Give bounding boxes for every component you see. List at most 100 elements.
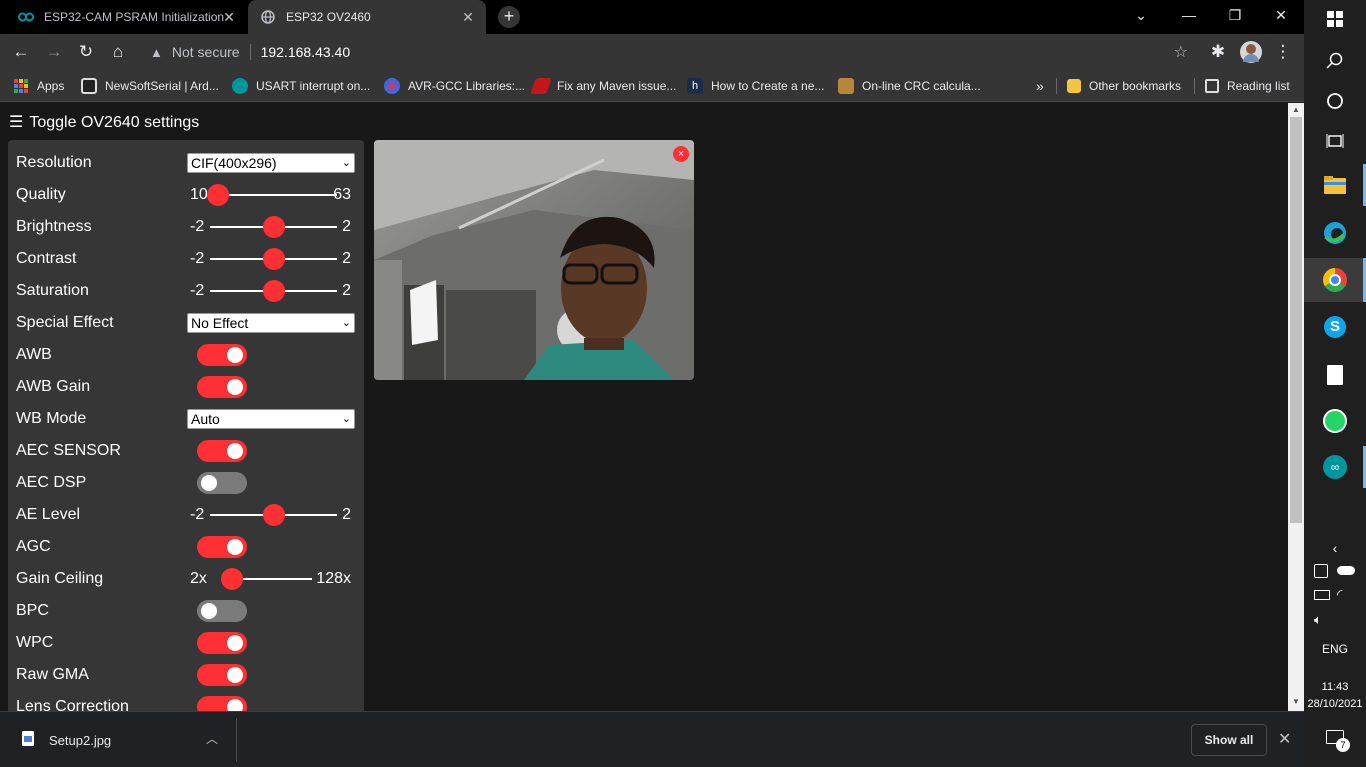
setting-row-agc: AGC (16, 531, 356, 563)
setting-row-aec-dsp: AEC DSP (16, 467, 356, 499)
bookmark-crc[interactable]: On-line CRC calcula... (838, 76, 981, 96)
aec-dsp-toggle[interactable] (197, 472, 247, 494)
wb-mode-select[interactable]: Auto ⌄ (187, 409, 355, 429)
chrome-taskbar-item[interactable] (1304, 258, 1366, 302)
close-stream-button[interactable]: × (673, 146, 689, 162)
minimize-button[interactable]: — (1166, 0, 1212, 32)
language-indicator[interactable]: ENG (1304, 640, 1366, 658)
bpc-toggle[interactable] (197, 600, 247, 622)
maven-icon (530, 78, 552, 94)
lens-correction-toggle[interactable] (197, 696, 247, 711)
security-label: Not secure (171, 44, 240, 60)
back-button[interactable]: ← (11, 42, 31, 62)
edge-icon[interactable] (1304, 212, 1366, 254)
chevron-down-icon: ⌄ (341, 317, 351, 329)
raw-gma-toggle[interactable] (197, 664, 247, 686)
bookmark-usart[interactable]: USART interrupt on... (232, 76, 370, 96)
avatar[interactable] (1240, 41, 1262, 63)
gain-ceiling-slider-thumb[interactable] (221, 568, 243, 590)
close-window-button[interactable]: ✕ (1258, 0, 1304, 32)
url-text: 192.168.43.40 (260, 44, 351, 60)
divider (1194, 78, 1195, 94)
arduino-icon (18, 9, 34, 25)
close-tab-icon[interactable]: ✕ (221, 9, 237, 26)
aec-sensor-toggle[interactable] (197, 440, 247, 462)
reload-button[interactable]: ↻ (76, 42, 96, 62)
volume-icon[interactable]: 🔈︎ (1314, 612, 1322, 628)
whatsapp-icon[interactable] (1304, 400, 1366, 442)
cortana-icon[interactable] (1304, 90, 1366, 112)
document-icon[interactable] (1304, 354, 1366, 396)
ae-level-slider-thumb[interactable] (262, 504, 285, 526)
camera-stream-image (374, 140, 694, 380)
reading-list[interactable]: Reading list (1205, 76, 1290, 96)
task-view-icon[interactable] (1304, 130, 1366, 152)
apps-grid-icon (14, 79, 28, 93)
home-button[interactable]: ⌂ (108, 42, 128, 62)
bookmarks-overflow-button[interactable]: » (1036, 76, 1044, 96)
onedrive-icon[interactable] (1337, 566, 1355, 575)
scroll-down-icon[interactable]: ▼ (1292, 697, 1300, 706)
setting-label: AEC SENSOR (16, 442, 121, 459)
other-bookmarks[interactable]: Other bookmarks (1067, 76, 1181, 96)
saturation-slider-thumb[interactable] (262, 280, 285, 302)
brightness-slider-thumb[interactable] (262, 216, 285, 238)
bookmark-apps[interactable]: Apps (14, 76, 64, 96)
skype-icon[interactable]: S (1304, 306, 1366, 348)
bookmark-maven[interactable]: Fix any Maven issue... (530, 76, 676, 96)
scroll-up-icon[interactable]: ▲ (1292, 105, 1300, 114)
scrollbar-thumb[interactable] (1290, 117, 1302, 523)
windows-start-icon[interactable] (1304, 8, 1366, 30)
download-item[interactable]: Setup2.jpg ︿ (0, 712, 236, 767)
show-hidden-icons-icon[interactable]: ‹ (1304, 538, 1366, 558)
downloads-bar: Setup2.jpg ︿ Show all ✕ (0, 711, 1304, 767)
wpc-toggle[interactable] (197, 632, 247, 654)
setting-label: Special Effect (16, 314, 114, 331)
clock-time[interactable]: 11:43 (1304, 679, 1366, 695)
quality-slider-thumb[interactable] (207, 184, 229, 206)
file-explorer-icon[interactable] (1304, 164, 1366, 206)
globe-icon (260, 9, 276, 25)
arduino-ide-icon[interactable]: ∞ (1304, 446, 1366, 488)
address-bar[interactable]: ▲ Not secure 192.168.43.40 ☆ (140, 37, 1202, 67)
special-effect-select[interactable]: No Effect ⌄ (187, 313, 355, 333)
chevron-down-icon: ⌄ (341, 413, 351, 425)
wifi-icon[interactable]: ◜ (1337, 586, 1342, 603)
setting-label: AWB Gain (16, 378, 91, 395)
clock-date[interactable]: 28/10/2021 (1304, 696, 1366, 712)
battery-icon[interactable] (1314, 590, 1330, 600)
bookmark-avr-gcc[interactable]: AVR-GCC Libraries:... (384, 76, 525, 96)
tab-esp32-psram[interactable]: ESP32-CAM PSRAM Initialization ✕ (0, 0, 247, 34)
chevron-up-icon[interactable]: ︿ (206, 730, 218, 747)
bookmark-how-to-create[interactable]: h How to Create a ne... (687, 76, 824, 96)
settings-panel: Resolution CIF(400x296) ⌄ Quality 10 63 Bright… (8, 140, 364, 711)
tab-title: ESP32-CAM PSRAM Initialization (44, 10, 225, 24)
close-downloads-icon[interactable]: ✕ (1278, 729, 1291, 749)
chrome-menu-icon[interactable]: ⋮ (1273, 42, 1293, 62)
resolution-select[interactable]: CIF(400x296) ⌄ (187, 153, 355, 173)
setting-row-raw-gma: Raw GMA (16, 659, 356, 691)
awb-gain-toggle[interactable] (197, 376, 247, 398)
search-icon[interactable] (1304, 50, 1366, 72)
windows-taskbar: S ∞ ‹ ◜ 🔈︎ ENG 11:43 28/10/2021 7 (1304, 0, 1366, 767)
show-all-button[interactable]: Show all (1191, 724, 1267, 756)
awb-toggle[interactable] (197, 344, 247, 366)
agc-toggle[interactable] (197, 536, 247, 558)
close-tab-icon[interactable]: ✕ (460, 9, 476, 26)
reading-list-icon (1205, 79, 1219, 93)
contrast-slider-thumb[interactable] (262, 248, 285, 270)
tab-search-icon[interactable]: ⌄ (1118, 0, 1164, 32)
chrome-icon (1323, 268, 1347, 292)
toggle-settings-button[interactable]: ☰ Toggle OV2640 settings (9, 112, 199, 132)
page-scrollbar[interactable]: ▲ ▼ (1288, 103, 1304, 711)
tab-esp32-ov2460[interactable]: ESP32 OV2460 ✕ (248, 0, 486, 34)
extensions-icon[interactable]: ✱ (1208, 42, 1228, 62)
meet-now-icon[interactable] (1314, 564, 1328, 578)
quality-slider-track[interactable] (210, 194, 337, 196)
bookmark-newsoftserial[interactable]: NewSoftSerial | Ard... (81, 76, 219, 96)
restore-button[interactable]: ❐ (1212, 0, 1258, 32)
bookmark-star-icon[interactable]: ☆ (1174, 42, 1188, 62)
avatar-icon (838, 78, 854, 94)
forward-button[interactable]: → (44, 42, 64, 62)
new-tab-button[interactable]: + (498, 6, 520, 28)
